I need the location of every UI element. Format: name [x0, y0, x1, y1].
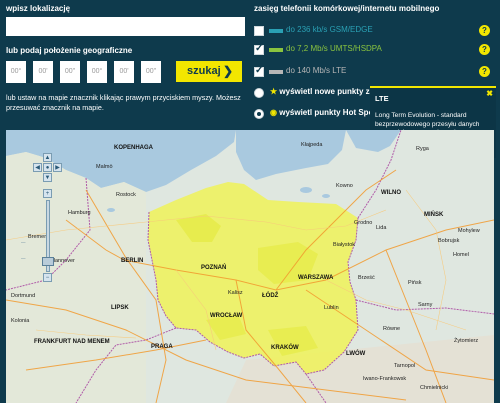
city-label: Malmö — [96, 164, 113, 170]
city-label: POZNAŃ — [201, 265, 227, 271]
city-label: ŁÓDŹ — [262, 293, 279, 299]
umts-label: do 7,2 Mb/s UMTS/HSDPA — [286, 44, 382, 53]
city-label: Hamburg — [68, 210, 91, 216]
city-label: BERLIN — [121, 258, 144, 264]
city-label: MIŃSK — [424, 212, 444, 218]
umts-help-icon[interactable]: ? — [479, 44, 490, 55]
pan-down-button[interactable]: ▼ — [43, 173, 52, 182]
location-search-input[interactable] — [6, 17, 245, 36]
zoom-slider-handle[interactable] — [42, 257, 54, 266]
coverage-map[interactable]: KOPENHAGA Kłajpeda Kowno WILNO MIŃSK BER… — [6, 130, 494, 403]
network-row-lte: do 140 Mb/s LTE ? — [254, 65, 494, 79]
map-canvas — [6, 130, 494, 403]
city-label: KRAKÓW — [271, 345, 299, 351]
city-label: Chmielnicki — [420, 385, 449, 391]
city-label: LWÓW — [346, 351, 366, 357]
gsm-color-swatch — [269, 29, 283, 33]
longitude-seconds-field[interactable]: 00" — [141, 61, 161, 83]
city-label: PRAGA — [151, 344, 173, 350]
search-button[interactable]: szukaj ❯ — [176, 61, 242, 82]
hotspot-icon: ◉ — [270, 108, 277, 117]
tooltip-title: LTE — [375, 94, 389, 103]
city-label: WILNO — [381, 190, 401, 196]
city-label: Brześć — [358, 275, 375, 281]
pan-center-button[interactable]: ● — [43, 163, 52, 172]
new-points-radio[interactable] — [254, 88, 264, 98]
city-label: Równe — [383, 326, 401, 332]
location-label: wpisz lokalizację — [6, 4, 71, 13]
geo-position-label: lub podaj położenie geograficzne — [6, 46, 133, 55]
network-row-umts: do 7,2 Mb/s UMTS/HSDPA ? — [254, 43, 494, 57]
city-label: Tarnopol — [394, 363, 416, 369]
city-label: Bobrujsk — [438, 238, 460, 244]
lte-checkbox[interactable] — [254, 65, 264, 77]
close-icon[interactable]: ✖ — [486, 89, 493, 98]
new-points-label: ★ wyświetl nowe punkty zas — [270, 87, 379, 96]
pan-right-button[interactable]: ▶ — [53, 163, 62, 172]
city-label: Hannover — [51, 258, 75, 264]
zoom-out-button[interactable]: − — [43, 273, 52, 282]
zoom-level-tick: — — [21, 240, 26, 245]
city-label: Dortmund — [11, 293, 36, 299]
pan-left-button[interactable]: ◀ — [33, 163, 42, 172]
latitude-seconds-field[interactable]: 00" — [60, 61, 80, 83]
city-label: LIPSK — [111, 305, 129, 311]
lte-label: do 140 Mb/s LTE — [286, 66, 347, 75]
city-label: Białystok — [333, 242, 356, 248]
umts-color-swatch — [269, 48, 283, 52]
latitude-minutes-field[interactable]: 00' — [33, 61, 53, 83]
latitude-degrees-field[interactable]: 00° — [6, 61, 26, 83]
city-label: Lublin — [324, 305, 339, 311]
city-label: Bremen — [28, 234, 48, 240]
city-label: Mohylew — [458, 228, 480, 234]
longitude-degrees-field[interactable]: 00° — [87, 61, 107, 83]
city-label: Kolonia — [11, 318, 30, 324]
hotspot-label: ◉ wyświetl punkty Hot Spot — [270, 108, 377, 117]
hotspot-radio[interactable] — [254, 109, 264, 119]
lte-help-icon[interactable]: ? — [479, 66, 490, 77]
city-label: Kowno — [336, 183, 353, 189]
city-label: Pińsk — [408, 280, 422, 286]
city-label: Grodno — [354, 220, 373, 226]
search-button-label: szukaj — [187, 65, 221, 77]
zoom-level-tick: — — [21, 256, 26, 261]
city-label: WARSZAWA — [298, 275, 334, 281]
city-label: Iwano-Frankowsk — [363, 376, 407, 382]
gsm-label: do 236 kb/s GSM/EDGE — [286, 25, 373, 34]
longitude-minutes-field[interactable]: 00' — [114, 61, 134, 83]
city-label: FRANKFURT NAD MENEM — [34, 339, 110, 345]
city-label: Kłajpeda — [301, 142, 323, 148]
city-label: KOPENHAGA — [114, 145, 154, 151]
city-label: Homel — [453, 252, 469, 258]
city-label: Żytomierz — [454, 338, 479, 344]
coverage-title: zasięg telefonii komórkowej/internetu mo… — [254, 4, 440, 13]
star-icon: ★ — [270, 87, 278, 96]
city-label: WROCŁAW — [210, 313, 243, 319]
network-row-gsm: do 236 kb/s GSM/EDGE ? — [254, 24, 494, 38]
city-label: Lida — [376, 225, 387, 231]
map-help-text: lub ustaw na mapie znacznik klikając pra… — [6, 93, 241, 112]
pan-up-button[interactable]: ▲ — [43, 153, 52, 162]
city-label: Ryga — [416, 146, 429, 152]
city-label: Kalisz — [228, 290, 243, 296]
gsm-help-icon[interactable]: ? — [479, 25, 490, 36]
gsm-checkbox[interactable] — [254, 26, 264, 36]
city-label: Rostock — [116, 192, 136, 198]
chevron-right-icon: ❯ — [222, 64, 233, 78]
zoom-in-button[interactable]: + — [43, 189, 52, 198]
lte-color-swatch — [269, 70, 283, 74]
umts-checkbox[interactable] — [254, 43, 264, 55]
city-label: Sarny — [418, 302, 433, 308]
